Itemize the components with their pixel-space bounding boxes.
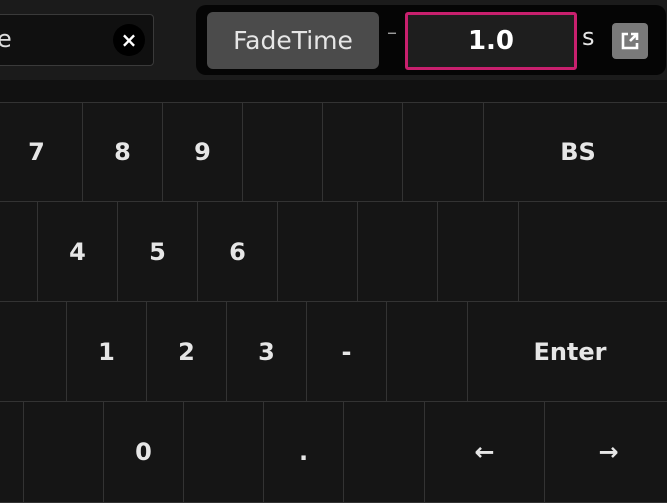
key-minus[interactable]: - — [306, 301, 387, 402]
backspace-key[interactable]: BS — [483, 102, 667, 202]
unit-label: s — [582, 23, 595, 51]
key-label: 9 — [194, 138, 211, 166]
numeric-keypad: 7 8 9 BS 4 5 6 1 2 3 - Enter 0 . ← → — [0, 102, 667, 503]
key-blank[interactable] — [343, 401, 425, 503]
search-input-value: e — [0, 25, 12, 53]
external-link-button[interactable] — [612, 23, 648, 59]
key-label: - — [341, 337, 352, 366]
key-8[interactable]: 8 — [82, 102, 163, 202]
key-7[interactable]: 7 — [0, 102, 83, 202]
key-label: 7 — [28, 138, 45, 166]
key-blank[interactable] — [437, 201, 519, 302]
top-bar: e × FadeTime – 1.0 s — [0, 0, 667, 80]
key-blank[interactable] — [23, 401, 104, 503]
key-blank[interactable] — [183, 401, 264, 503]
clear-search-button[interactable]: × — [113, 24, 145, 56]
key-label: 1 — [98, 337, 115, 366]
key-label: Enter — [533, 337, 607, 366]
key-blank[interactable] — [242, 102, 323, 202]
key-label: 4 — [69, 237, 86, 266]
key-blank[interactable] — [0, 201, 38, 302]
key-blank[interactable] — [402, 102, 484, 202]
right-arrow-icon: → — [598, 438, 619, 466]
key-label: 3 — [258, 337, 275, 366]
external-link-icon — [621, 32, 639, 50]
key-blank[interactable] — [322, 102, 403, 202]
key-label: BS — [560, 138, 596, 166]
left-arrow-icon: ← — [474, 438, 495, 466]
key-label: 2 — [178, 337, 195, 366]
right-arrow-key[interactable]: → — [544, 401, 667, 503]
separator-dash: – — [387, 20, 397, 44]
key-3[interactable]: 3 — [226, 301, 307, 402]
key-blank[interactable] — [277, 201, 358, 302]
key-2[interactable]: 2 — [146, 301, 227, 402]
key-blank[interactable] — [0, 301, 67, 402]
key-9[interactable]: 9 — [162, 102, 243, 202]
key-dot[interactable]: . — [263, 401, 344, 503]
close-icon: × — [120, 28, 138, 52]
key-label: . — [298, 438, 309, 466]
key-label: 0 — [135, 438, 152, 466]
key-label: 8 — [114, 138, 131, 166]
fade-time-value-field[interactable]: 1.0 — [405, 12, 577, 70]
key-label: 6 — [229, 237, 246, 266]
key-blank[interactable] — [357, 201, 438, 302]
key-6[interactable]: 6 — [197, 201, 278, 302]
key-1[interactable]: 1 — [66, 301, 147, 402]
key-blank[interactable] — [386, 301, 468, 402]
enter-key[interactable]: Enter — [467, 301, 667, 402]
key-5[interactable]: 5 — [117, 201, 198, 302]
key-0[interactable]: 0 — [103, 401, 184, 503]
key-blank[interactable] — [518, 201, 667, 302]
parameter-name-button[interactable]: FadeTime — [207, 12, 379, 69]
key-blank[interactable] — [0, 401, 24, 503]
key-label: 5 — [149, 237, 166, 266]
left-arrow-key[interactable]: ← — [424, 401, 545, 503]
key-4[interactable]: 4 — [37, 201, 118, 302]
